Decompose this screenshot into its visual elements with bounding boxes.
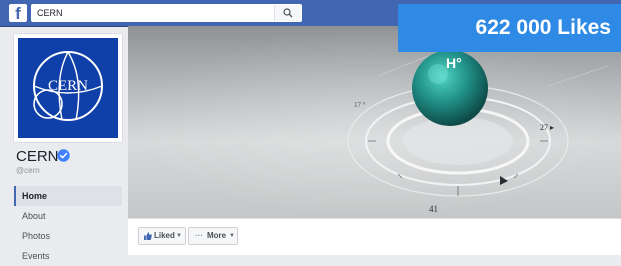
more-button[interactable]: ··· More ▼ — [188, 227, 238, 245]
more-caret-icon: ▼ — [229, 233, 235, 239]
cern-logo: CERN — [18, 38, 118, 138]
liked-button[interactable]: Liked ▼ — [138, 227, 186, 245]
facebook-logo-icon[interactable]: f — [9, 4, 27, 22]
likes-count-banner: 622 000 Likes — [398, 4, 621, 52]
cover-photo[interactable]: H° 17 ° 41 27 ▸ — [128, 26, 621, 218]
dial-label-left: 17 ° — [354, 101, 366, 109]
thumbs-up-icon — [144, 232, 152, 240]
nav-item-home[interactable]: Home — [14, 186, 122, 206]
search-button[interactable] — [274, 5, 301, 21]
cern-logo-icon: CERN — [33, 51, 103, 121]
cover-artwork: H° 17 ° 41 27 ▸ — [128, 26, 621, 218]
sphere-label: H° — [446, 55, 462, 71]
liked-label: Liked — [154, 231, 175, 240]
page-handle[interactable]: @cern — [16, 166, 40, 175]
nav-item-events[interactable]: Events — [14, 246, 122, 266]
side-navigation: Home About Photos Events — [14, 186, 122, 266]
nav-item-about[interactable]: About — [14, 206, 122, 226]
search-icon — [283, 8, 293, 18]
page-actions-bar: Liked ▼ ··· More ▼ — [128, 218, 621, 255]
liked-caret-icon: ▼ — [176, 233, 182, 239]
search-box[interactable] — [31, 4, 302, 22]
dial-label-right: 27 ▸ — [540, 123, 554, 132]
dial-label-bottom: 41 — [429, 204, 438, 214]
search-input[interactable] — [37, 6, 277, 20]
cern-logo-text: CERN — [48, 78, 88, 94]
more-label: More — [207, 231, 227, 240]
nav-item-photos[interactable]: Photos — [14, 226, 122, 246]
facebook-logo-letter: f — [15, 4, 21, 22]
verified-badge-icon — [57, 149, 70, 162]
profile-picture-frame[interactable]: CERN — [14, 34, 122, 142]
page-name[interactable]: CERN — [16, 148, 59, 166]
more-dots-icon: ··· — [195, 231, 203, 240]
